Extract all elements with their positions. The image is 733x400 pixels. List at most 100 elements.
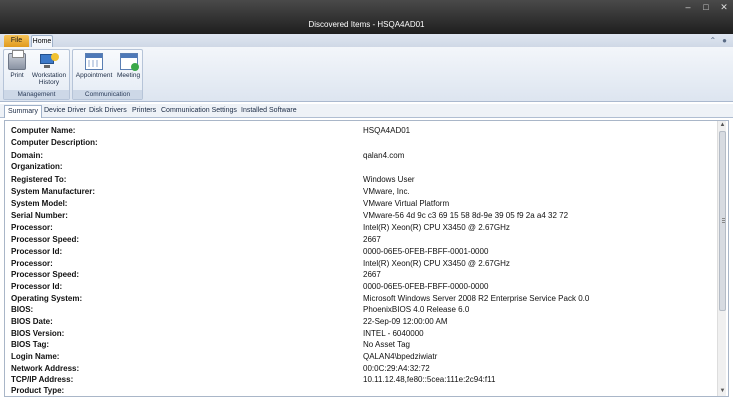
summary-row: Processor Speed: 2667 <box>5 234 717 246</box>
communication-group-label: Communication <box>73 90 142 99</box>
summary-panel: Computer Name: HSQA4AD01 Computer Descript… <box>4 120 729 397</box>
tab-summary[interactable]: Summary <box>4 105 42 118</box>
field-label: BIOS: <box>11 305 34 314</box>
field-value: 00:0C:29:A4:32:72 <box>363 364 430 373</box>
appointment-button[interactable]: Appointment <box>74 53 114 79</box>
summary-row: Login Name: QALAN4\bpedziwiatr <box>5 351 717 363</box>
field-label: Login Name: <box>11 352 60 361</box>
field-label: Computer Description: <box>11 138 98 147</box>
summary-row: Registered To: Windows User <box>5 174 717 186</box>
field-value: HSQA4AD01 <box>363 126 411 135</box>
summary-row: BIOS Tag: No Asset Tag <box>5 339 717 351</box>
field-value: 0000-06E5-0FEB-FBFF-0000-0000 <box>363 282 489 291</box>
summary-row: Organization: <box>5 161 717 173</box>
workstation-history-button[interactable]: Workstation History <box>29 53 69 86</box>
field-value: 2667 <box>363 235 381 244</box>
window-title: Discovered Items - HSQA4AD01 <box>308 20 425 29</box>
field-label: Organization: <box>11 162 63 171</box>
field-label: BIOS Date: <box>11 317 53 326</box>
field-label: Processor: <box>11 223 53 232</box>
field-value: INTEL - 6040000 <box>363 329 424 338</box>
window-controls: – □ ✕ <box>683 2 729 12</box>
workstation-icon <box>39 53 59 70</box>
help-icon[interactable]: ● <box>722 36 727 45</box>
field-value: 22-Sep-09 12:00:00 AM <box>363 317 448 326</box>
field-value: qalan4.com <box>363 151 405 160</box>
title-bar: Discovered Items - HSQA4AD01 – □ ✕ <box>0 0 733 34</box>
home-tab[interactable]: Home <box>31 35 53 47</box>
field-value: VMware, Inc. <box>363 187 410 196</box>
field-label: System Model: <box>11 199 68 208</box>
field-value: Intel(R) Xeon(R) CPU X3450 @ 2.67GHz <box>363 259 510 268</box>
field-label: Processor Id: <box>11 282 63 291</box>
field-value: Windows User <box>363 175 415 184</box>
field-value: 10.11.12.48,fe80::5cea:111e:2c94:f11 <box>363 375 496 384</box>
summary-row: Processor: Intel(R) Xeon(R) CPU X3450 @ 2… <box>5 222 717 234</box>
field-label: System Manufacturer: <box>11 187 96 196</box>
summary-row: Product Type: <box>5 385 717 396</box>
close-icon[interactable]: ✕ <box>719 2 729 12</box>
meeting-icon <box>119 53 139 71</box>
summary-row: BIOS Date: 22-Sep-09 12:00:00 AM <box>5 316 717 328</box>
field-value: Intel(R) Xeon(R) CPU X3450 @ 2.67GHz <box>363 223 510 232</box>
maximize-icon[interactable]: □ <box>701 2 711 12</box>
field-label: BIOS Version: <box>11 329 65 338</box>
summary-row: Processor Id: 0000-06E5-0FEB-FBFF-0000-00… <box>5 281 717 293</box>
meeting-label: Meeting <box>116 72 141 79</box>
summary-row: System Model: VMware Virtual Platform <box>5 198 717 210</box>
tab-communication-settings[interactable]: Communication Settings <box>158 105 240 118</box>
summary-row: Processor Speed: 2667 <box>5 269 717 281</box>
detail-tabs: Summary Device Driver Disk Drivers Print… <box>0 104 733 118</box>
minimize-icon[interactable]: – <box>683 2 693 12</box>
workstation-history-label: Workstation History <box>31 72 67 86</box>
field-value: PhoenixBIOS 4.0 Release 6.0 <box>363 305 470 314</box>
field-label: Registered To: <box>11 175 67 184</box>
field-value: 2667 <box>363 270 381 279</box>
print-button[interactable]: Print <box>6 50 28 79</box>
vertical-scrollbar[interactable]: ▲ ▼ <box>717 121 726 396</box>
summary-row: System Manufacturer: VMware, Inc. <box>5 186 717 198</box>
printer-icon <box>8 50 26 70</box>
ribbon-tab-strip: File Home ⌃ ● <box>0 34 733 47</box>
scroll-thumb[interactable] <box>719 131 726 311</box>
calendar-icon <box>85 53 103 70</box>
summary-row: BIOS: PhoenixBIOS 4.0 Release 6.0 <box>5 304 717 316</box>
scroll-down-icon[interactable]: ▼ <box>718 387 727 396</box>
field-label: Processor Speed: <box>11 270 80 279</box>
field-label: Computer Name: <box>11 126 76 135</box>
scroll-up-icon[interactable]: ▲ <box>718 121 727 130</box>
field-label: BIOS Tag: <box>11 340 50 349</box>
summary-row: Computer Description: <box>5 137 717 149</box>
tab-disk-drivers[interactable]: Disk Drivers <box>86 105 130 118</box>
tab-device-driver[interactable]: Device Driver <box>41 105 89 118</box>
field-label: Domain: <box>11 151 43 160</box>
ribbon-right-controls: ⌃ ● <box>709 36 727 45</box>
field-value: VMware Virtual Platform <box>363 199 450 208</box>
summary-row: Serial Number: VMware-56 4d 9c c3 69 15 5… <box>5 210 717 222</box>
field-value: VMware-56 4d 9c c3 69 15 58 8d-9e 39 05 … <box>363 211 569 220</box>
field-label: Network Address: <box>11 364 80 373</box>
field-label: Product Type: <box>11 386 65 395</box>
management-group-label: Management <box>4 90 69 99</box>
field-label: Processor Id: <box>11 247 63 256</box>
field-value: No Asset Tag <box>363 340 410 349</box>
field-label: TCP/IP Address: <box>11 375 74 384</box>
summary-row: Computer Name: HSQA4AD01 <box>5 125 717 137</box>
ribbon: Print Workstation History Management App… <box>0 47 733 102</box>
field-label: Operating System: <box>11 294 83 303</box>
collapse-ribbon-icon[interactable]: ⌃ <box>709 36 716 45</box>
field-label: Processor: <box>11 259 53 268</box>
field-value: QALAN4\bpedziwiatr <box>363 352 438 361</box>
print-label: Print <box>10 72 24 79</box>
field-value: 0000-06E5-0FEB-FBFF-0001-0000 <box>363 247 489 256</box>
field-label: Serial Number: <box>11 211 68 220</box>
field-value: Microsoft Windows Server 2008 R2 Enterpr… <box>363 294 590 303</box>
tab-printers[interactable]: Printers <box>129 105 159 118</box>
meeting-button[interactable]: Meeting <box>115 53 142 79</box>
appointment-label: Appointment <box>75 72 113 79</box>
file-tab[interactable]: File <box>4 35 29 47</box>
management-group: Print Workstation History Management <box>3 49 70 100</box>
summary-row: Processor Id: 0000-06E5-0FEB-FBFF-0001-00… <box>5 246 717 258</box>
communication-group: Appointment Meeting Communication <box>72 49 143 100</box>
tab-installed-software[interactable]: Installed Software <box>238 105 300 118</box>
